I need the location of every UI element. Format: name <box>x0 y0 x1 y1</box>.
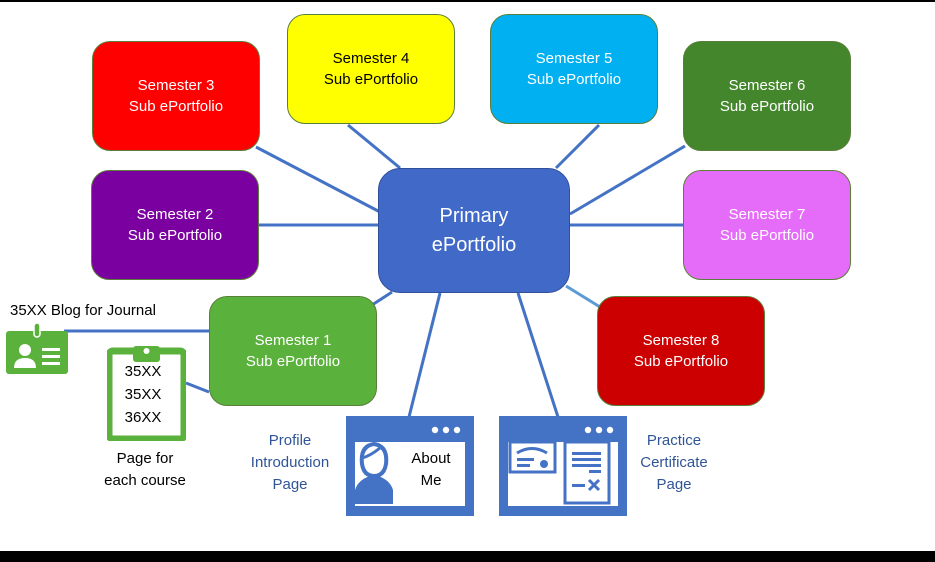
connector-s6 <box>569 144 686 216</box>
semester-8-title: Semester 8 <box>642 332 720 349</box>
certificate-caption-line3: Page <box>656 476 692 493</box>
connector-s8 <box>565 284 601 309</box>
certificate-caption-line2: Certificate <box>640 454 708 471</box>
connector-course <box>185 381 210 394</box>
certificate-page-caption: Practice Certificate Page <box>628 430 720 496</box>
bottom-bar <box>0 551 935 562</box>
semester-3-title: Semester 3 <box>137 77 215 94</box>
semester-4-node[interactable]: Semester 4 Sub ePortfolio <box>287 14 455 124</box>
semester-8-node[interactable]: Semester 8 Sub ePortfolio <box>597 296 765 406</box>
course-pages-caption: Page for each course <box>90 448 200 492</box>
course-item: 35XX <box>124 363 162 380</box>
course-caption-line2: each course <box>104 472 186 489</box>
connector-s5 <box>554 123 601 170</box>
primary-title: Primary <box>439 204 509 227</box>
semester-7-node[interactable]: Semester 7 Sub ePortfolio <box>683 170 851 280</box>
semester-3-node[interactable]: Semester 3 Sub ePortfolio <box>92 41 260 151</box>
web-certificate-icon[interactable] <box>499 416 627 516</box>
semester-2-subtitle: Sub ePortfolio <box>127 227 223 244</box>
semester-8-subtitle: Sub ePortfolio <box>633 353 729 370</box>
semester-4-subtitle: Sub ePortfolio <box>323 71 419 88</box>
connector-certificate <box>516 292 560 418</box>
about-line2: Me <box>420 472 442 489</box>
course-list: 35XX 35XX 36XX <box>118 360 168 429</box>
semester-5-subtitle: Sub ePortfolio <box>526 71 622 88</box>
course-caption-line1: Page for <box>116 450 174 467</box>
semester-6-title: Semester 6 <box>728 77 806 94</box>
semester-1-node[interactable]: Semester 1 Sub ePortfolio <box>209 296 377 406</box>
profile-caption-line2: Introduction <box>250 454 330 471</box>
semester-5-title: Semester 5 <box>535 50 613 67</box>
primary-eportfolio-node[interactable]: Primary ePortfolio <box>378 168 570 293</box>
semester-6-node[interactable]: Semester 6 Sub ePortfolio <box>683 41 851 151</box>
about-me-text: About Me <box>400 448 462 492</box>
semester-1-title: Semester 1 <box>254 332 332 349</box>
semester-1-subtitle: Sub ePortfolio <box>245 353 341 370</box>
certificate-caption-line1: Practice <box>646 432 702 449</box>
semester-6-subtitle: Sub ePortfolio <box>719 98 815 115</box>
id-badge-icon <box>6 322 68 374</box>
connector-s1 <box>371 290 393 307</box>
semester-3-subtitle: Sub ePortfolio <box>128 98 224 115</box>
connector-s3 <box>255 145 381 214</box>
primary-subtitle: ePortfolio <box>431 233 517 256</box>
blog-label: 35XX Blog for Journal <box>10 302 156 319</box>
semester-7-title: Semester 7 <box>728 206 806 223</box>
course-item: 35XX <box>124 386 162 403</box>
connector-s4 <box>347 123 401 170</box>
connector-profile <box>407 292 442 418</box>
about-line1: About <box>411 450 451 467</box>
course-item: 36XX <box>124 409 162 426</box>
semester-4-title: Semester 4 <box>332 50 410 67</box>
semester-5-node[interactable]: Semester 5 Sub ePortfolio <box>490 14 658 124</box>
profile-caption-line1: Profile <box>268 432 312 449</box>
semester-2-title: Semester 2 <box>136 206 214 223</box>
semester-7-subtitle: Sub ePortfolio <box>719 227 815 244</box>
profile-page-caption: Profile Introduction Page <box>240 430 340 496</box>
semester-2-node[interactable]: Semester 2 Sub ePortfolio <box>91 170 259 280</box>
profile-caption-line3: Page <box>272 476 308 493</box>
